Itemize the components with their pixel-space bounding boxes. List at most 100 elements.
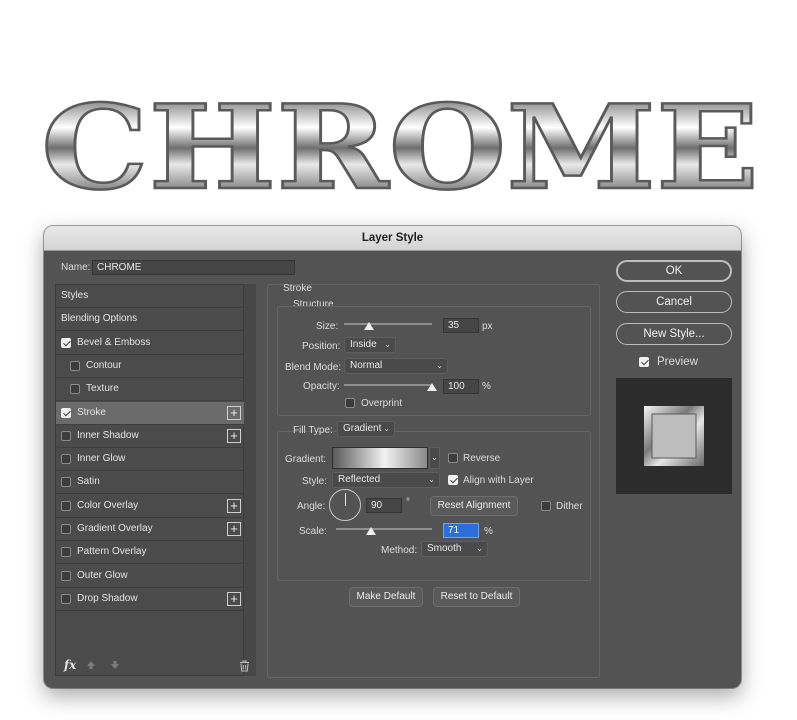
style-list-item-satin[interactable]: Satin	[56, 471, 245, 495]
move-up-icon[interactable]	[86, 660, 96, 670]
preview-stroke-frame	[644, 406, 704, 466]
opacity-slider-thumb[interactable]	[427, 383, 437, 391]
dither-label: Dither	[556, 501, 583, 512]
new-style-button[interactable]: New Style...	[616, 323, 732, 345]
size-slider-thumb[interactable]	[363, 322, 374, 330]
style-list-item-styles[interactable]: Styles	[56, 285, 245, 308]
style-list-item-label: Inner Glow	[77, 453, 126, 465]
size-slider-track[interactable]	[344, 323, 432, 325]
fill-type-select[interactable]: Gradient ⌄	[337, 421, 395, 437]
cancel-button[interactable]: Cancel	[616, 291, 732, 313]
add-effect-icon[interactable]: +	[227, 522, 241, 536]
inner-shadow-checkbox[interactable]	[61, 430, 71, 441]
position-select-value: Inside	[350, 339, 377, 350]
style-list-item-bevel-emboss[interactable]: Bevel & Emboss	[56, 332, 245, 355]
color-overlay-checkbox[interactable]	[61, 500, 71, 511]
method-select[interactable]: Smooth ⌄	[421, 541, 488, 557]
styles-list: Styles Blending Options Bevel & Emboss Cont…	[55, 284, 245, 676]
style-list-item-label: Stroke	[77, 406, 106, 418]
gradient-overlay-checkbox[interactable]	[61, 524, 71, 534]
bevel-emboss-checkbox[interactable]	[61, 337, 71, 348]
pattern-overlay-checkbox[interactable]	[61, 547, 71, 558]
overprint-label: Overprint	[361, 398, 403, 409]
trash-icon[interactable]	[239, 660, 250, 672]
inner-glow-checkbox[interactable]	[61, 454, 71, 465]
angle-dial[interactable]	[329, 489, 361, 521]
opacity-label: Opacity:	[303, 381, 340, 392]
dither-checkbox[interactable]	[541, 501, 551, 511]
chevron-down-icon: ⌄	[436, 361, 443, 370]
style-list-item-gradient-overlay[interactable]: Gradient Overlay +	[56, 518, 245, 541]
styles-list-scrollbar[interactable]	[244, 284, 256, 676]
style-list-item-color-overlay[interactable]: Color Overlay +	[56, 495, 245, 518]
style-label: Style:	[302, 476, 328, 487]
outer-glow-checkbox[interactable]	[61, 570, 71, 581]
blend-mode-select[interactable]: Normal ⌄	[344, 358, 448, 374]
style-list-item-label: Gradient Overlay	[77, 523, 153, 534]
style-list-item-blending-options[interactable]: Blending Options	[56, 308, 245, 332]
move-down-icon[interactable]	[110, 660, 120, 670]
add-effect-icon[interactable]: +	[227, 428, 241, 443]
chevron-down-icon: ⌄	[431, 453, 438, 462]
contour-checkbox[interactable]	[70, 360, 80, 371]
gradient-style-select-value: Reflected	[338, 474, 381, 485]
method-label: Method:	[381, 545, 418, 556]
scale-slider-thumb[interactable]	[365, 527, 376, 535]
reverse-checkbox[interactable]	[448, 453, 458, 463]
satin-checkbox[interactable]	[61, 477, 71, 488]
add-effect-icon[interactable]: +	[227, 405, 241, 420]
gradient-swatch[interactable]	[332, 447, 428, 469]
method-select-value: Smooth	[427, 543, 462, 554]
opacity-slider-track[interactable]	[344, 384, 432, 386]
style-list-item-pattern-overlay[interactable]: Pattern Overlay	[56, 541, 245, 565]
reset-to-default-button[interactable]: Reset to Default	[433, 587, 520, 607]
align-with-layer-label: Align with Layer	[463, 475, 534, 486]
align-with-layer-checkbox[interactable]	[448, 475, 458, 485]
chevron-down-icon: ⌄	[476, 544, 483, 553]
style-list-item-contour[interactable]: Contour	[56, 355, 245, 378]
style-list-item-label: Color Overlay	[77, 499, 139, 511]
style-list-item-outer-glow[interactable]: Outer Glow	[56, 565, 245, 588]
size-unit: px	[482, 321, 493, 332]
scale-slider-track[interactable]	[336, 528, 432, 530]
style-list-item-label: Satin	[77, 476, 100, 488]
texture-checkbox[interactable]	[70, 384, 80, 395]
add-effect-icon[interactable]: +	[227, 591, 241, 606]
angle-dial-needle	[345, 493, 346, 506]
angle-input[interactable]: 90	[366, 498, 402, 513]
style-list-item-texture[interactable]: Texture	[56, 378, 245, 402]
opacity-input[interactable]: 100	[443, 379, 479, 394]
style-list-item-inner-glow[interactable]: Inner Glow	[56, 448, 245, 472]
style-list-item-label: Pattern Overlay	[77, 546, 147, 558]
style-list-item-inner-shadow[interactable]: Inner Shadow +	[56, 425, 245, 448]
blend-mode-label: Blend Mode:	[285, 362, 342, 373]
stroke-checkbox[interactable]	[61, 407, 71, 418]
gradient-picker-button[interactable]: ⌄	[429, 447, 440, 469]
chevron-down-icon: ⌄	[428, 475, 435, 484]
position-label: Position:	[302, 341, 341, 352]
chevron-down-icon: ⌄	[384, 340, 391, 349]
preview-label: Preview	[657, 356, 698, 368]
preview-checkbox[interactable]	[639, 357, 649, 367]
add-effect-icon[interactable]: +	[227, 498, 241, 513]
position-select[interactable]: Inside ⌄	[344, 337, 396, 353]
fill-type-select-value: Gradient	[343, 423, 382, 434]
name-field[interactable]: CHROME	[92, 260, 295, 275]
chevron-down-icon: ⌄	[383, 424, 390, 433]
drop-shadow-checkbox[interactable]	[61, 593, 71, 604]
style-list-item-stroke[interactable]: Stroke +	[56, 401, 245, 425]
fx-icon[interactable]: fx	[64, 658, 76, 672]
blend-mode-select-value: Normal	[350, 360, 383, 371]
layer-style-dialog: Layer Style Name: CHROME Styles Blending …	[44, 226, 741, 688]
reset-alignment-button[interactable]: Reset Alignment	[430, 496, 518, 516]
gradient-style-select[interactable]: Reflected ⌄	[332, 472, 440, 488]
size-input[interactable]: 35	[443, 318, 479, 333]
chrome-title-text: CHROME	[41, 80, 759, 210]
preview-thumbnail	[616, 378, 732, 494]
scale-input[interactable]: 71	[443, 523, 479, 538]
style-list-item-drop-shadow[interactable]: Drop Shadow +	[56, 588, 245, 611]
dialog-title: Layer Style	[44, 226, 741, 251]
make-default-button[interactable]: Make Default	[349, 587, 423, 607]
ok-button[interactable]: OK	[616, 260, 732, 282]
overprint-checkbox[interactable]	[345, 398, 355, 408]
